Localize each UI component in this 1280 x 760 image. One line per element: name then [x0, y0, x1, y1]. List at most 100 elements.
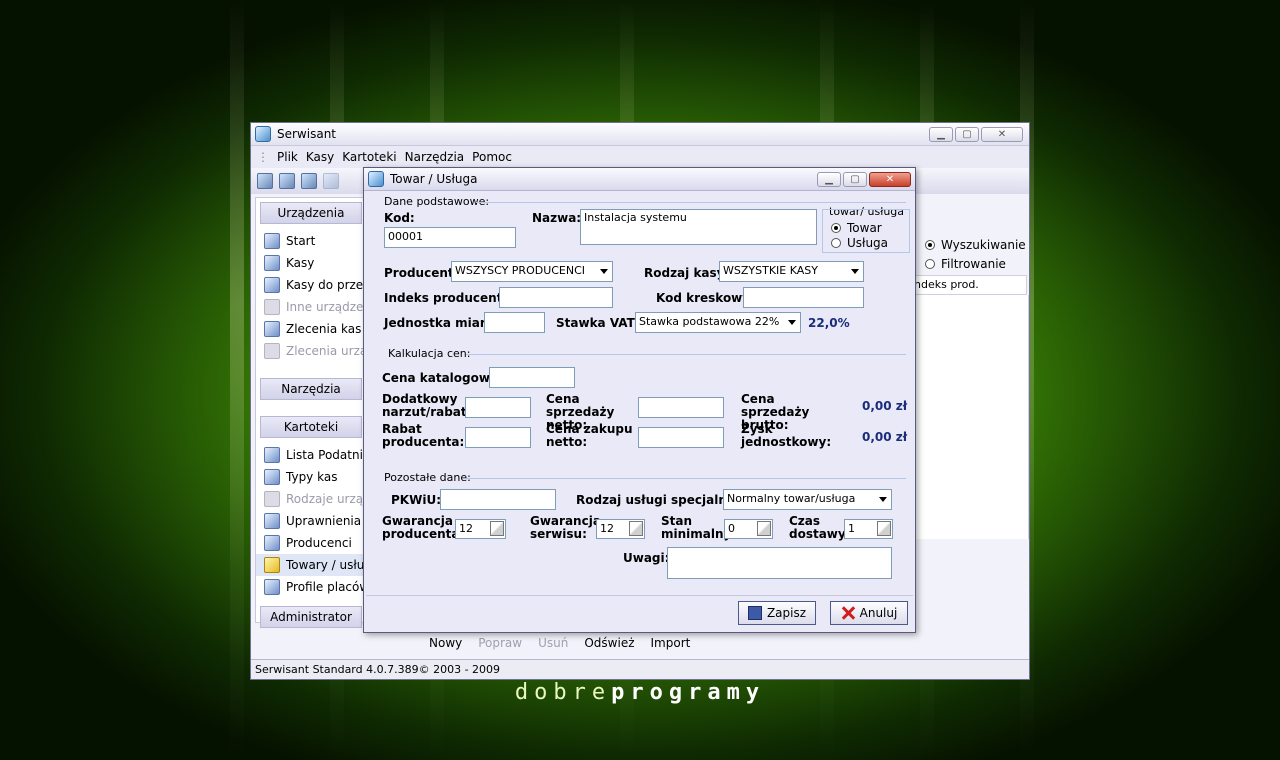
producer-select[interactable]: WSZYSCY PRODUCENCI [451, 261, 613, 282]
sidebar-item-producenci[interactable]: Producenci [256, 532, 366, 554]
name-input[interactable]: Instalacja systemu [580, 209, 817, 245]
spinner-icon[interactable] [490, 521, 504, 536]
refresh-button[interactable]: Odśwież [584, 636, 634, 650]
notes-input[interactable] [667, 547, 892, 579]
spinner-icon[interactable] [757, 521, 771, 536]
menu-grip-icon: ⋮ [257, 150, 269, 164]
sidebar-item-profile-placowek[interactable]: Profile placówek [256, 576, 366, 598]
sidebar-item-uprawnienia[interactable]: Uprawnienia [256, 510, 366, 532]
menu-item-kasy[interactable]: Kasy [306, 150, 334, 164]
sidebar-item-kasy[interactable]: Kasy [256, 252, 366, 274]
sidebar-item-lista-podatnikow[interactable]: Lista Podatników [256, 444, 366, 466]
warranty-service-label: Gwarancja serwisu: [530, 514, 601, 541]
group-basic-data: Dane podstawowe: [384, 195, 490, 208]
radio-selected-icon [831, 222, 841, 233]
minimize-button[interactable]: ▁ [929, 126, 953, 142]
cancel-icon [841, 606, 855, 620]
producer-index-input[interactable] [499, 287, 613, 308]
group-pricing: Kalkulacja cen: [388, 347, 471, 360]
sale-net-input[interactable] [638, 397, 724, 418]
import-button[interactable]: Import [651, 636, 691, 650]
dialog-titlebar[interactable]: Towar / Usługa ▁ ▢ ✕ [364, 168, 915, 191]
service-radio[interactable]: Usługa [831, 233, 888, 252]
menu-bar: ⋮ Plik Kasy Kartoteki Narzędzia Pomoc [251, 146, 1029, 168]
unit-profit-value: 0,00 zł [862, 430, 908, 444]
barcode-input[interactable] [743, 287, 864, 308]
save-button[interactable]: Zapisz [738, 601, 816, 625]
warranty-producer-stepper[interactable]: 12 [455, 519, 506, 539]
menu-item-narzedzia[interactable]: Narzędzia [405, 150, 465, 164]
main-titlebar[interactable]: Serwisant ▁ ▢ ✕ [251, 123, 1029, 146]
section-admin[interactable]: Administrator [260, 606, 362, 628]
home-icon[interactable] [257, 173, 273, 189]
special-service-label: Rodzaj usługi specjalnej: [576, 493, 744, 507]
cancel-button[interactable]: Anuluj [830, 601, 908, 625]
producers-icon [264, 535, 280, 551]
purchase-net-label: Cena zakupu netto: [546, 422, 633, 449]
pkwiu-input[interactable] [440, 489, 556, 510]
section-tools[interactable]: Narzędzia [260, 378, 362, 400]
producer-index-label: Indeks producenta: [384, 291, 516, 305]
column-header[interactable]: ndeks prod. [911, 275, 1027, 295]
sidebar-item-start[interactable]: Start [256, 230, 366, 252]
sidebar-item-zlecenia-kas[interactable]: Zlecenia kas [256, 318, 366, 340]
sidebar: Urządzenia Start Kasy Kasy do przeglą In… [255, 197, 367, 628]
filter-radio[interactable]: Filtrowanie [925, 254, 1026, 273]
group-other: Pozostałe dane: [384, 471, 471, 484]
register-icon[interactable] [279, 173, 295, 189]
sidebar-item-towary-uslugi[interactable]: Towary / usługi [256, 554, 366, 576]
purchase-net-input[interactable] [638, 427, 724, 448]
data-grid[interactable] [911, 295, 1029, 539]
dialog-minimize-button[interactable]: ▁ [817, 171, 841, 187]
sale-gross-value: 0,00 zł [862, 399, 908, 413]
pkwiu-label: PKWiU: [391, 493, 441, 507]
unit-input[interactable] [484, 312, 545, 333]
dialog-maximize-button[interactable]: ▢ [843, 171, 867, 187]
search-radio[interactable]: Wyszukiwanie [925, 235, 1026, 254]
dialog-close-button[interactable]: ✕ [869, 171, 911, 187]
markup-label: Dodatkowy narzut/rabat: [382, 392, 472, 419]
spinner-icon[interactable] [629, 521, 643, 536]
main-window-title: Serwisant [277, 127, 336, 141]
search-panel: Wyszukiwanie Filtrowanie ndeks prod. [911, 197, 1029, 623]
catalog-price-input[interactable] [489, 367, 575, 388]
sidebar-item-typy-kas[interactable]: Typy kas [256, 466, 366, 488]
delivery-time-stepper[interactable]: 1 [844, 519, 893, 539]
app-icon [255, 126, 271, 142]
status-bar: Serwisant Standard 4.0.7.389© 2003 - 200… [251, 659, 1029, 679]
device-icon[interactable] [323, 173, 339, 189]
chevron-down-icon [879, 497, 887, 502]
menu-item-plik[interactable]: Plik [277, 150, 298, 164]
section-devices[interactable]: Urządzenia [260, 202, 362, 224]
close-button[interactable]: ✕ [981, 126, 1023, 142]
min-stock-stepper[interactable]: 0 [724, 519, 773, 539]
delivery-time-label: Czas dostawy: [789, 514, 851, 541]
menu-item-kartoteki[interactable]: Kartoteki [342, 150, 396, 164]
chevron-down-icon [600, 269, 608, 274]
warranty-service-stepper[interactable]: 12 [596, 519, 645, 539]
barcode-label: Kod kreskowy: [656, 291, 755, 305]
sidebar-item-inne-urzadzenia: Inne urządzenia [256, 296, 366, 318]
save-icon [747, 606, 762, 620]
producer-discount-label: Rabat producenta: [382, 422, 465, 449]
chevron-down-icon [788, 320, 796, 325]
register-type-select[interactable]: WSZYSTKIE KASY [719, 261, 864, 282]
search-register-icon[interactable] [301, 173, 317, 189]
divider [466, 354, 906, 355]
maximize-button[interactable]: ▢ [955, 126, 979, 142]
new-button[interactable]: Nowy [429, 636, 462, 650]
markup-input[interactable] [465, 397, 531, 418]
spinner-icon[interactable] [877, 521, 891, 536]
min-stock-label: Stan minimalny: [661, 514, 737, 541]
producer-discount-input[interactable] [465, 427, 531, 448]
section-files[interactable]: Kartoteki [260, 416, 362, 438]
type-group-box: Towar Usługa [822, 209, 910, 253]
special-service-select[interactable]: Normalny towar/usługa [723, 489, 892, 510]
device-icon [264, 299, 280, 315]
menu-item-pomoc[interactable]: Pomoc [472, 150, 512, 164]
warranty-producer-label: Gwarancja producenta: [382, 514, 465, 541]
sidebar-item-kasy-do-przegladu[interactable]: Kasy do przeglą [256, 274, 366, 296]
dialog-icon [368, 171, 384, 187]
code-input[interactable]: 00001 [384, 227, 516, 248]
vat-select[interactable]: Stawka podstawowa 22% [635, 312, 801, 333]
